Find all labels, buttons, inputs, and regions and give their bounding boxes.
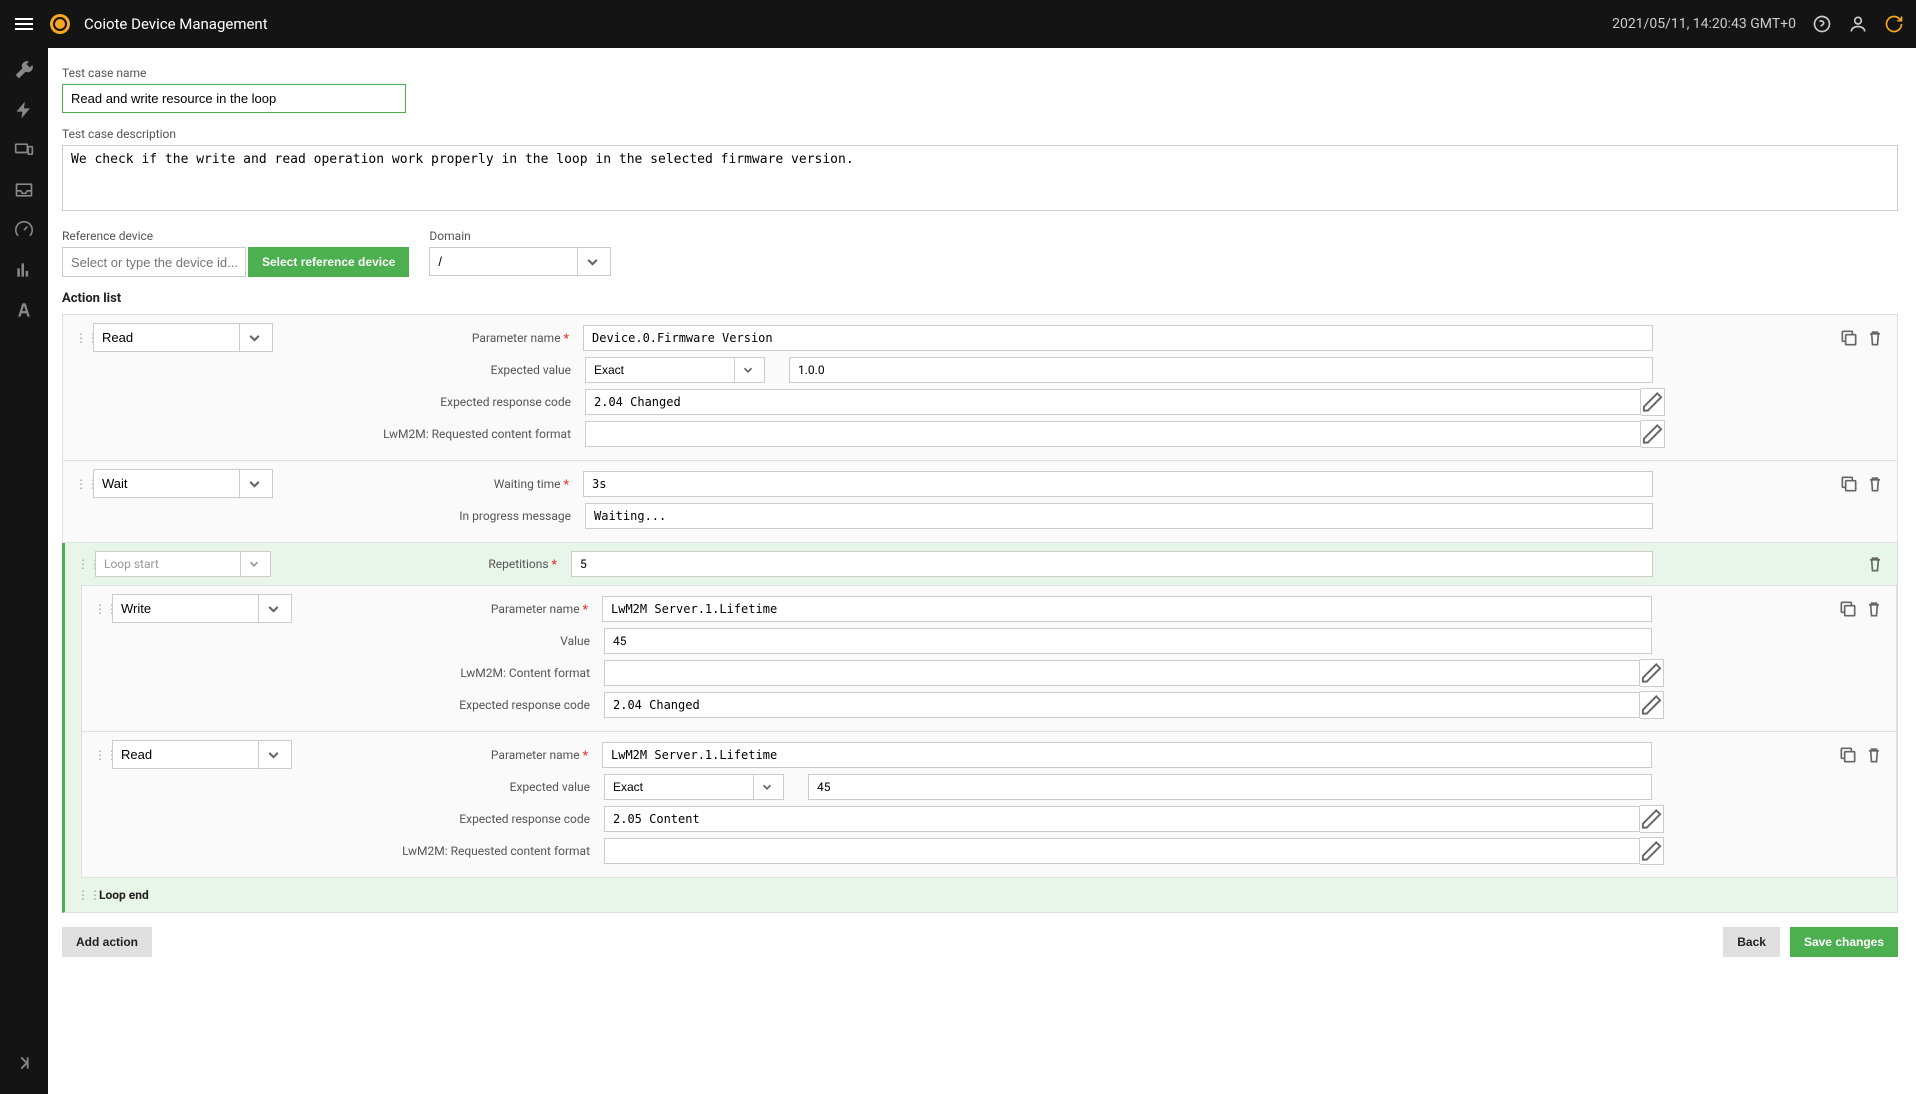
gauge-icon[interactable] [14, 220, 34, 240]
response-code-input[interactable] [604, 692, 1640, 718]
delete-icon[interactable] [1864, 599, 1884, 619]
content-format-input[interactable] [585, 421, 1641, 447]
response-code-label: Expected response code [94, 812, 604, 826]
value-input[interactable] [604, 628, 1652, 654]
expected-value-input[interactable] [789, 357, 1653, 383]
action-card-read2: ⋮⋮ Parameter name Expected va [81, 732, 1897, 878]
action-list-title: Action list [62, 291, 1898, 306]
ref-device-label: Reference device [62, 229, 409, 243]
response-code-input[interactable] [585, 389, 1641, 415]
topbar: Coiote Device Management 2021/05/11, 14:… [0, 0, 1916, 48]
timestamp: 2021/05/11, 14:20:43 GMT+0 [1612, 16, 1796, 32]
expected-value-label: Expected value [94, 780, 604, 794]
drag-handle-icon[interactable]: ⋮⋮ [75, 477, 87, 491]
expand-sidebar-icon[interactable] [13, 1052, 35, 1074]
content-format-input[interactable] [604, 838, 1640, 864]
value-label: Value [94, 634, 604, 648]
save-changes-button[interactable]: Save changes [1790, 927, 1898, 957]
progress-msg-label: In progress message [75, 509, 585, 523]
response-code-label: Expected response code [75, 395, 585, 409]
loop-end-label: Loop end [99, 888, 149, 902]
app-title: Coiote Device Management [84, 15, 268, 33]
pencil-icon[interactable] [1640, 659, 1664, 687]
loop-start-type[interactable]: Loop start [95, 551, 271, 577]
sidebar [0, 48, 48, 1094]
bolt-icon[interactable] [14, 100, 34, 120]
action-card-loop-start: ⋮⋮ Loop start Repetitions ⋮⋮ [62, 543, 1898, 913]
action-type-select[interactable] [112, 740, 292, 769]
back-button[interactable]: Back [1723, 927, 1780, 957]
help-icon[interactable] [1812, 14, 1832, 34]
ref-device-input[interactable] [62, 247, 246, 277]
content-format-label: LwM2M: Content format [94, 666, 604, 680]
action-type-select[interactable] [112, 594, 292, 623]
drag-handle-icon[interactable]: ⋮⋮ [94, 748, 106, 762]
domain-label: Domain [429, 229, 611, 243]
drag-handle-icon[interactable]: ⋮⋮ [77, 557, 89, 571]
delete-icon[interactable] [1865, 474, 1885, 494]
delete-icon[interactable] [1864, 745, 1884, 765]
copy-icon[interactable] [1839, 328, 1859, 348]
inbox-icon[interactable] [14, 180, 34, 200]
expected-match-select[interactable] [585, 357, 765, 383]
add-action-button[interactable]: Add action [62, 927, 152, 957]
refresh-icon[interactable] [1884, 14, 1904, 34]
pencil-icon[interactable] [1640, 691, 1664, 719]
param-name-label: Parameter name [292, 602, 602, 616]
select-reference-button[interactable]: Select reference device [248, 247, 409, 277]
footer: Add action Back Save changes [62, 927, 1898, 957]
param-name-input[interactable] [583, 325, 1653, 351]
expected-value-label: Expected value [75, 363, 585, 377]
action-card-write: ⋮⋮ Parameter name Value [81, 585, 1897, 732]
menu-icon[interactable] [12, 12, 36, 36]
delete-icon[interactable] [1865, 554, 1885, 574]
waiting-time-input[interactable] [583, 471, 1653, 497]
devices-icon[interactable] [14, 140, 34, 160]
desc-label: Test case description [62, 127, 1898, 141]
domain-select[interactable] [429, 247, 611, 276]
param-name-label: Parameter name [292, 748, 602, 762]
pencil-icon[interactable] [1640, 805, 1664, 833]
test-case-name-input[interactable] [62, 84, 406, 113]
drag-handle-icon[interactable]: ⋮⋮ [77, 888, 89, 902]
pencil-icon[interactable] [1640, 837, 1664, 865]
chart-icon[interactable] [14, 260, 34, 280]
font-icon[interactable] [14, 300, 34, 320]
copy-icon[interactable] [1838, 745, 1858, 765]
content-format-label: LwM2M: Requested content format [75, 427, 585, 441]
action-type-select[interactable] [93, 323, 273, 352]
drag-handle-icon[interactable]: ⋮⋮ [75, 331, 87, 345]
action-card-read1: ⋮⋮ Parameter name Expected value [62, 314, 1898, 461]
main-content: Test case name Test case description Ref… [48, 48, 1916, 1094]
content-format-input[interactable] [604, 660, 1640, 686]
param-name-input[interactable] [602, 742, 1652, 768]
pencil-icon[interactable] [1641, 420, 1665, 448]
param-name-label: Parameter name [273, 331, 583, 345]
waiting-time-label: Waiting time [273, 477, 583, 491]
content-format-label: LwM2M: Requested content format [94, 844, 604, 858]
param-name-input[interactable] [602, 596, 1652, 622]
test-case-desc-input[interactable] [62, 145, 1898, 211]
action-card-wait: ⋮⋮ Waiting time In progress message [62, 461, 1898, 543]
response-code-label: Expected response code [94, 698, 604, 712]
copy-icon[interactable] [1839, 474, 1859, 494]
repetitions-label: Repetitions [271, 557, 571, 571]
logo-icon [50, 14, 70, 34]
expected-match-select[interactable] [604, 774, 784, 800]
progress-msg-input[interactable] [585, 503, 1653, 529]
loop-end-row: ⋮⋮ Loop end [65, 878, 1897, 912]
delete-icon[interactable] [1865, 328, 1885, 348]
expected-value-input[interactable] [808, 774, 1652, 800]
action-type-select[interactable] [93, 469, 273, 498]
copy-icon[interactable] [1838, 599, 1858, 619]
repetitions-input[interactable] [571, 551, 1653, 577]
response-code-input[interactable] [604, 806, 1640, 832]
name-label: Test case name [62, 66, 1898, 80]
drag-handle-icon[interactable]: ⋮⋮ [94, 602, 106, 616]
wrench-icon[interactable] [14, 60, 34, 80]
pencil-icon[interactable] [1641, 388, 1665, 416]
user-icon[interactable] [1848, 14, 1868, 34]
